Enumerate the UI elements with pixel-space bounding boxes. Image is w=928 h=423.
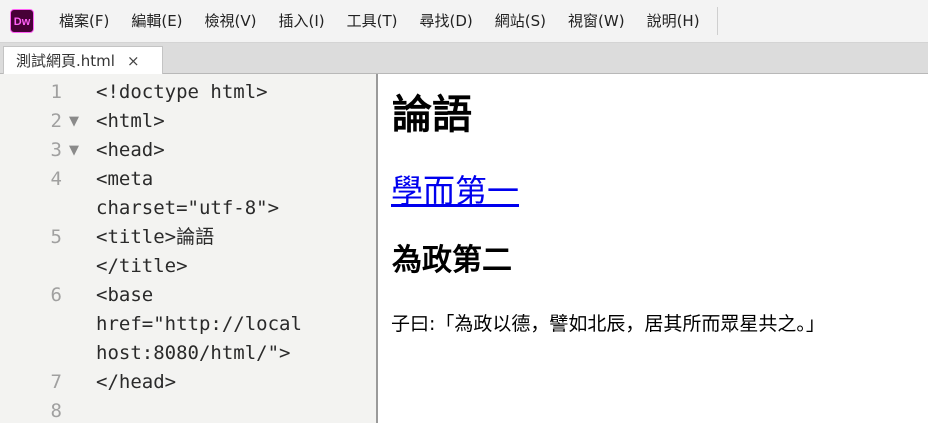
menu-site[interactable]: 網站(S) <box>484 0 557 42</box>
code-line[interactable]: <html> <box>96 107 371 136</box>
line-number: 3 <box>50 139 62 161</box>
preview-paragraph: 子曰:「為政以德，譬如北辰，居其所而眾星共之。」 <box>391 313 825 335</box>
menu-tools[interactable]: 工具(T) <box>336 0 409 42</box>
code-line[interactable]: <title>論語 <box>96 223 371 252</box>
menu-file[interactable]: 檔案(F) <box>48 0 120 42</box>
code-line[interactable]: host:8080/html/"> <box>96 339 371 368</box>
line-number: 8 <box>50 400 62 422</box>
line-number: 7 <box>50 371 62 393</box>
menu-help[interactable]: 說明(H) <box>636 0 711 42</box>
code-line[interactable]: href="http://local <box>96 310 371 339</box>
code-line[interactable]: charset="utf-8"> <box>96 194 371 223</box>
code-line[interactable]: <base <box>96 281 371 310</box>
preview-link[interactable]: 學而第一 <box>391 170 519 212</box>
document-tab-strip: 測試網頁.html × <box>0 43 928 74</box>
line-number: 2 <box>50 110 62 132</box>
line-number-gutter: 1 2 ▼ 3 ▼ 4 5 6 7 8 <box>0 74 86 423</box>
code-line[interactable]: <!doctype html> <box>96 78 371 107</box>
document-tab[interactable]: 測試網頁.html × <box>3 46 163 74</box>
fold-toggle-icon[interactable]: ▼ <box>69 107 79 136</box>
close-icon[interactable]: × <box>127 52 140 70</box>
line-number: 6 <box>50 284 62 306</box>
dreamweaver-logo-icon: Dw <box>10 9 34 33</box>
menu-edit[interactable]: 編輯(E) <box>120 0 193 42</box>
code-editor[interactable]: <!doctype html> <html> <head> <meta charset=… <box>96 78 371 423</box>
code-line[interactable]: <meta <box>96 165 371 194</box>
code-view[interactable]: 1 2 ▼ 3 ▼ 4 5 6 7 8 <!doctype html> <html> <head> <m… <box>0 74 376 423</box>
preview-heading-2: 為政第二 <box>392 243 512 278</box>
code-line[interactable]: <head> <box>96 136 371 165</box>
line-number: 5 <box>50 226 62 248</box>
line-number: 4 <box>50 168 62 190</box>
menu-find[interactable]: 尋找(D) <box>409 0 484 42</box>
code-line[interactable]: </title> <box>96 252 371 281</box>
menu-divider <box>716 7 718 35</box>
code-line[interactable]: </head> <box>96 368 371 397</box>
live-preview: 論語 學而第一 為政第二 子曰:「為政以德，譬如北辰，居其所而眾星共之。」 <box>378 74 928 423</box>
menu-bar: Dw 檔案(F) 編輯(E) 檢視(V) 插入(I) 工具(T) 尋找(D) 網… <box>0 0 928 43</box>
menu-insert[interactable]: 插入(I) <box>268 0 336 42</box>
menu-window[interactable]: 視窗(W) <box>557 0 636 42</box>
code-line[interactable] <box>96 397 371 423</box>
menu-view[interactable]: 檢視(V) <box>194 0 268 42</box>
document-tab-label: 測試網頁.html <box>16 52 115 70</box>
fold-toggle-icon[interactable]: ▼ <box>69 136 79 165</box>
preview-heading-1: 論語 <box>392 92 472 138</box>
line-number: 1 <box>50 81 62 103</box>
